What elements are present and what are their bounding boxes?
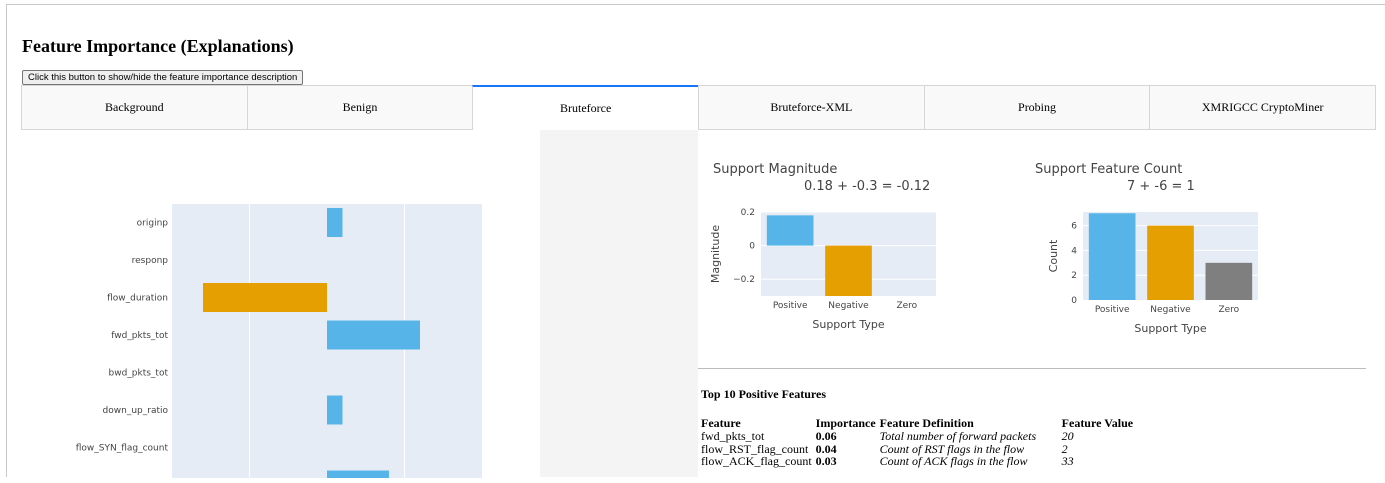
y-tick-label: originp	[137, 219, 169, 229]
bar	[1205, 262, 1253, 300]
tab-background[interactable]: Background	[21, 85, 248, 130]
feature-value: 20	[1061, 429, 1074, 443]
y-tick-label: 6	[1071, 222, 1077, 232]
support-count-card: Support Feature Count 7 + -6 = 1 0 2 4 6 Pos…	[1020, 138, 1317, 359]
tab-benign[interactable]: Benign	[246, 85, 474, 130]
y-tick-label: 0	[749, 242, 755, 252]
bar	[1088, 213, 1136, 300]
y-tick-label: 2	[1071, 271, 1077, 281]
y-tick-label: flow_duration	[107, 294, 168, 304]
y-tick-label: flow_SYN_flag_count	[76, 444, 169, 454]
feature-name: flow_ACK_flag_count	[701, 454, 812, 468]
y-axis-label: Count	[1047, 239, 1060, 272]
bar	[1147, 225, 1194, 300]
feature-definition: Total number of forward packets	[879, 429, 1037, 443]
feature-importance-chart-panel: originp responp flow_duration fwd_pkts_totb…	[22, 138, 540, 483]
x-tick-label: Negative	[1150, 305, 1191, 315]
bar	[203, 283, 327, 312]
y-axis-label: Magnitude	[709, 225, 722, 284]
x-axis-label: Support Type	[812, 318, 884, 331]
page-title: Feature Importance (Explanations)	[22, 36, 294, 56]
bar	[327, 320, 420, 350]
feature-importance: 0.03	[815, 454, 837, 468]
bar	[327, 395, 343, 425]
y-tick-label: fwd_pkts_tot	[111, 331, 168, 341]
top-features-title: Top 10 Positive Features	[701, 387, 826, 401]
support-count-chart[interactable]: 0 2 4 6 Positive Negative Zero Support Type Coun…	[1020, 138, 1317, 359]
y-tick-label: down_up_ratio	[103, 406, 169, 416]
tab-bar: Background Benign Bruteforce Bruteforce-…	[21, 85, 1377, 130]
support-magnitude-card: Support Magnitude 0.18 + -0.3 = -0.12 0.…	[698, 138, 995, 359]
feature-value: 33	[1061, 454, 1074, 468]
x-tick-label: Zero	[896, 301, 917, 311]
bar	[766, 215, 814, 246]
tab-xmrigcc-cryptominer[interactable]: XMRIGCC CryptoMiner	[1149, 85, 1377, 130]
x-tick-label: Positive	[773, 301, 808, 311]
tab-bruteforce-xml[interactable]: Bruteforce-XML	[698, 85, 925, 130]
y-tick-label: responp	[132, 256, 169, 266]
table-row: fwd_pkts_tot 0.06 Total number of forwar…	[699, 430, 1135, 443]
panel-background	[540, 130, 698, 477]
x-tick-label: Negative	[828, 301, 869, 311]
y-tick-label: −0.2	[733, 275, 755, 285]
bar	[327, 208, 343, 237]
toggle-description-button[interactable]: Click this button to show/hide the featu…	[22, 70, 304, 85]
tab-probing[interactable]: Probing	[923, 85, 1151, 130]
section-divider	[698, 368, 1366, 369]
tab-bruteforce[interactable]: Bruteforce	[472, 85, 700, 130]
top-features-table: Feature Importance Feature Definition Fe…	[699, 417, 1135, 468]
y-tick-label: 4	[1071, 246, 1077, 256]
x-axis-label: Support Type	[1134, 322, 1206, 335]
y-tick-label: 0.2	[741, 208, 755, 218]
x-tick-label: Zero	[1218, 305, 1239, 315]
y-tick-label: 0	[1071, 296, 1077, 306]
y-tick-label: bwd_pkts_tot	[109, 369, 169, 379]
feature-importance-chart[interactable]: originp responp flow_duration fwd_pkts_totb…	[22, 138, 540, 483]
support-magnitude-chart[interactable]: 0.2 0 −0.2 Positive Negative Zero Support Type…	[698, 138, 995, 359]
bar	[825, 245, 872, 296]
feature-name: fwd_pkts_tot	[701, 429, 765, 443]
feature-importance: 0.06	[815, 429, 837, 443]
x-tick-label: Positive	[1095, 305, 1130, 315]
table-row: flow_ACK_flag_count 0.03 Count of ACK fl…	[699, 455, 1135, 468]
feature-definition: Count of ACK flags in the flow	[879, 454, 1028, 468]
